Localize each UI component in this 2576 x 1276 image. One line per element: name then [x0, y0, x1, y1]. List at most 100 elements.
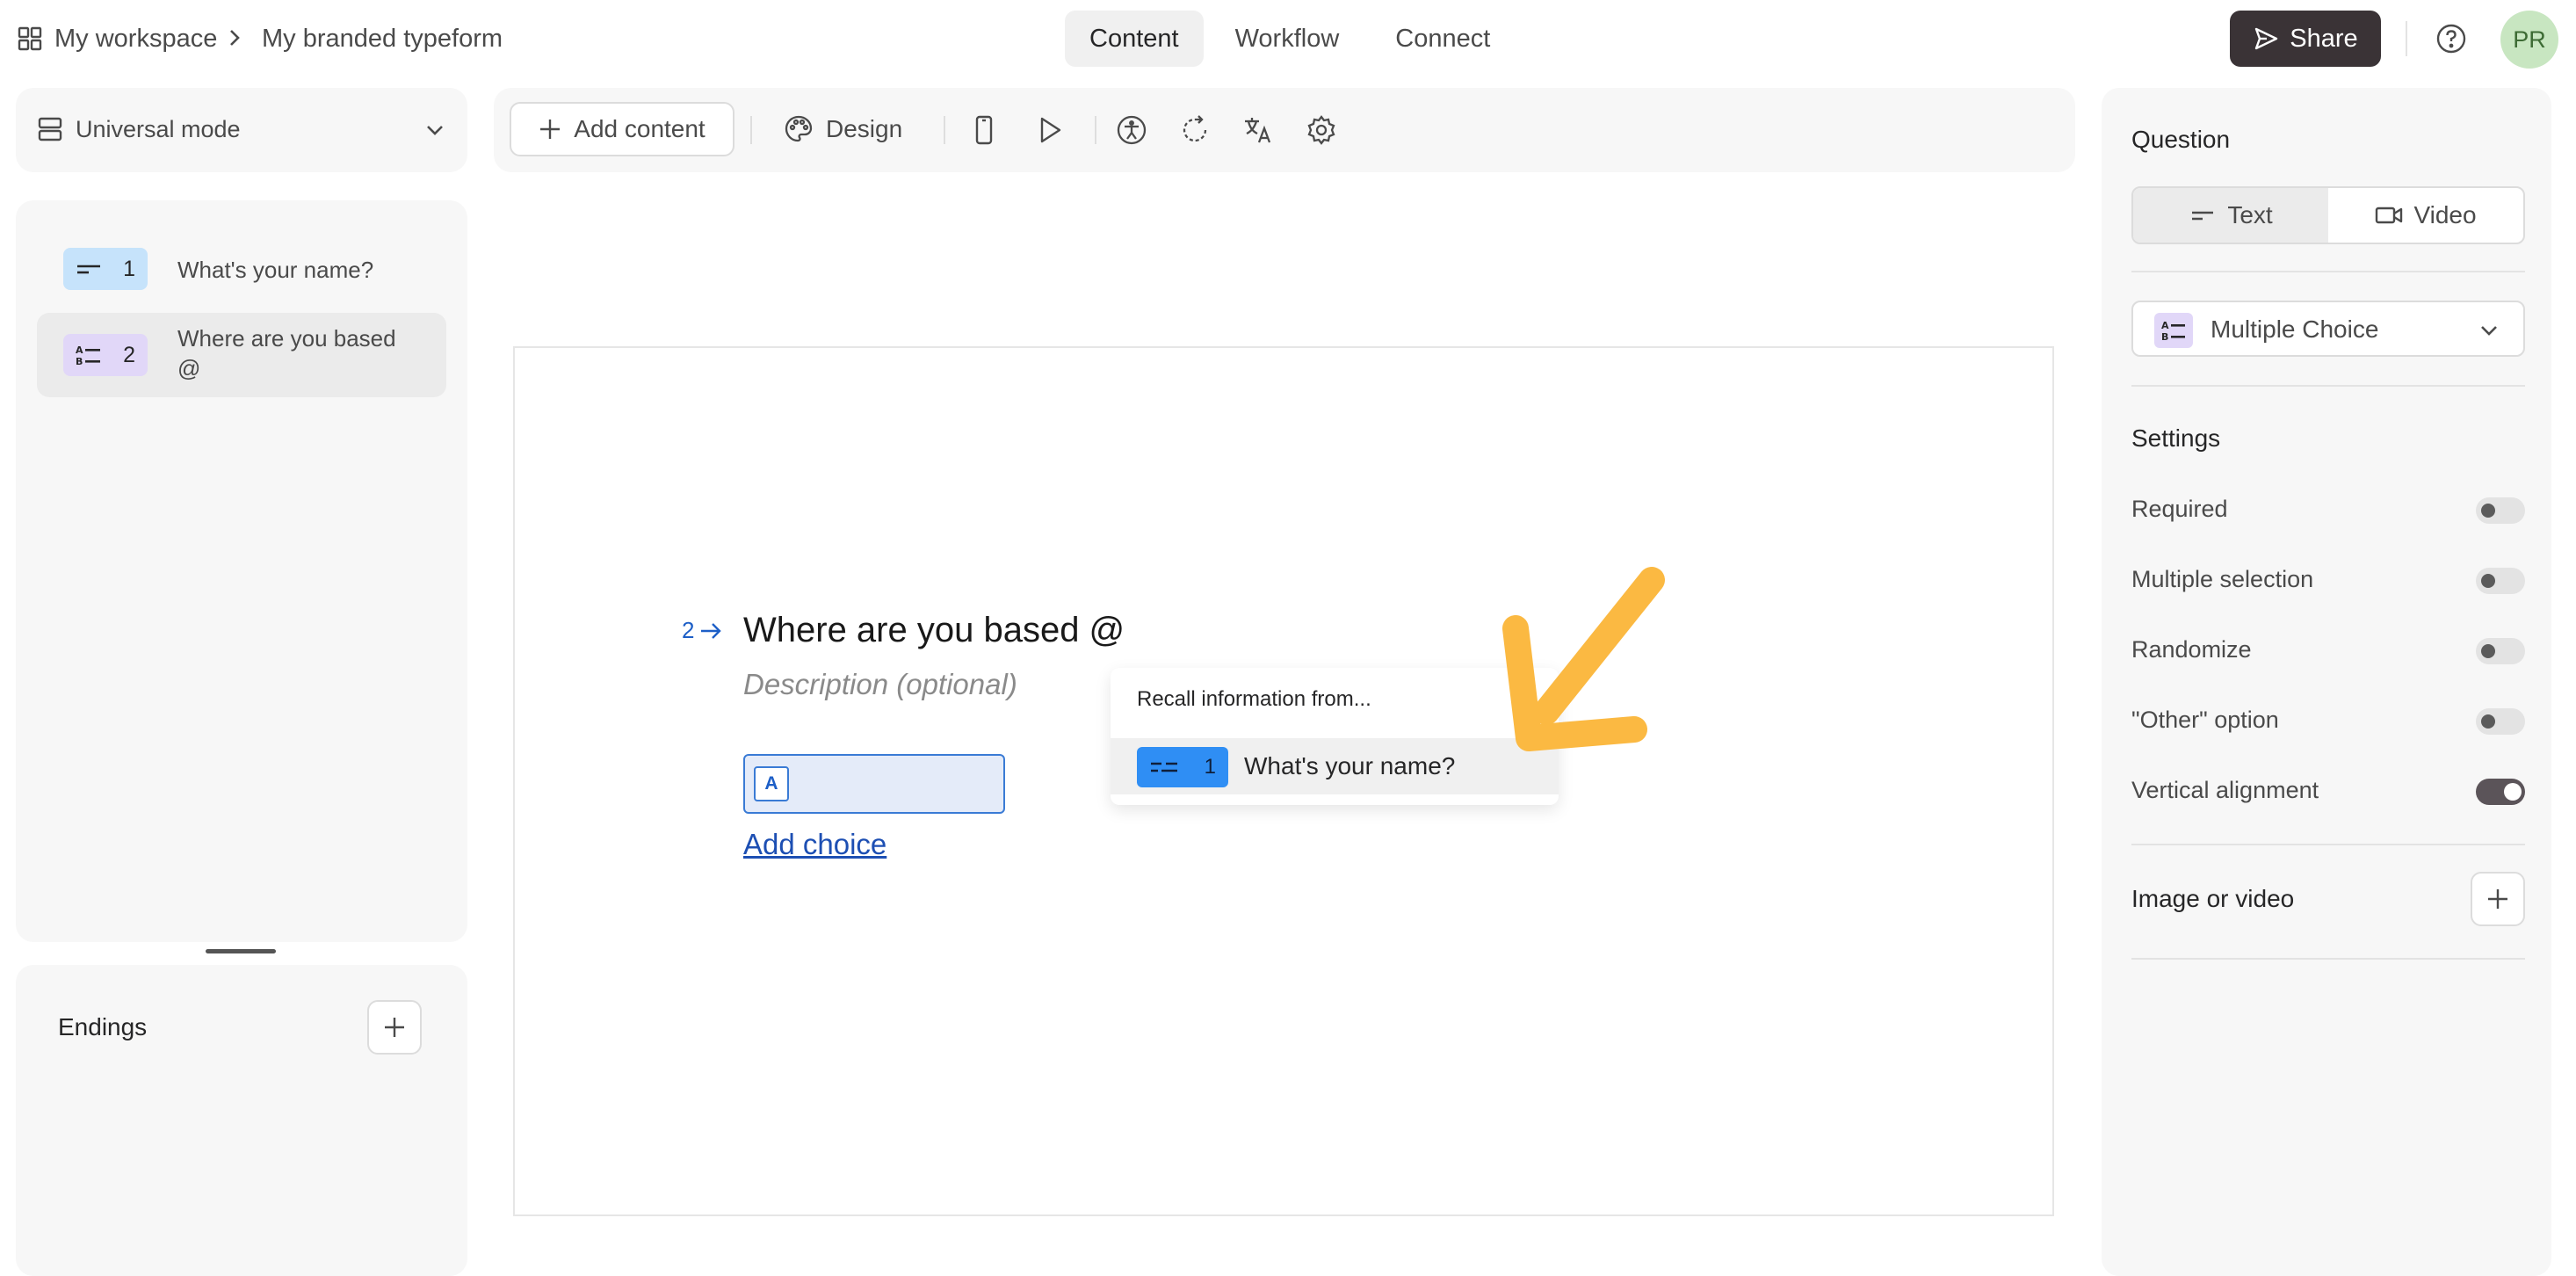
video-format-label: Video	[2413, 201, 2477, 228]
multiple-selection-label: Multiple selection	[2131, 566, 2314, 592]
toolbar-divider	[1095, 116, 1096, 144]
question-type-select[interactable]: A B Multiple Choice	[2131, 301, 2525, 357]
mode-label: Universal mode	[76, 116, 241, 142]
section-divider	[2131, 844, 2525, 845]
endings-panel: Endings	[16, 965, 467, 1276]
add-choice-link[interactable]: Add choice	[743, 826, 886, 863]
toolbar-divider	[944, 116, 945, 144]
question-list-item[interactable]: 1 What's your name?	[37, 232, 446, 308]
recall-option-number: 1	[1204, 755, 1216, 779]
question-list-item-selected[interactable]: A B 2 Where are you based @	[37, 313, 446, 397]
short-text-badge: 1	[63, 248, 148, 290]
plus-icon	[2488, 889, 2507, 909]
svg-text:B: B	[2161, 331, 2168, 342]
header-divider	[2406, 21, 2407, 56]
play-preview-icon[interactable]	[1033, 114, 1065, 146]
question-number: 1	[123, 256, 135, 281]
question-type-label: Multiple Choice	[2211, 315, 2379, 343]
short-text-badge: 1	[1137, 747, 1228, 787]
top-bar: My workspace My branded typeform Content…	[0, 0, 2576, 77]
plus-icon	[385, 1018, 404, 1037]
multiple-choice-icon: A B	[76, 344, 100, 366]
tab-workflow[interactable]: Workflow	[1211, 11, 1364, 67]
design-button[interactable]: Design	[784, 102, 902, 156]
svg-text:A: A	[76, 344, 83, 356]
add-content-label: Add content	[574, 115, 706, 142]
settings-gear-icon[interactable]	[1306, 114, 1337, 146]
text-format-label: Text	[2227, 201, 2273, 228]
question-number: 2	[682, 617, 695, 643]
avatar[interactable]: PR	[2500, 11, 2558, 69]
logic-refresh-icon[interactable]	[1179, 114, 1211, 146]
multiple-selection-toggle[interactable]	[2476, 568, 2525, 594]
required-label: Required	[2131, 496, 2228, 522]
short-text-icon	[1151, 762, 1177, 772]
panel-resize-handle[interactable]	[206, 949, 276, 953]
share-label: Share	[2290, 24, 2358, 53]
design-label: Design	[826, 115, 903, 142]
plus-icon	[540, 120, 561, 139]
annotation-arrow-icon	[1502, 567, 1665, 751]
randomize-label: Randomize	[2131, 636, 2252, 663]
short-text-icon	[2192, 211, 2214, 221]
tab-content[interactable]: Content	[1065, 11, 1204, 67]
question-title: Where are you based @	[177, 325, 396, 381]
breadcrumb-workspace[interactable]: My workspace	[54, 23, 217, 54]
accessibility-icon[interactable]	[1116, 114, 1147, 146]
other-option-toggle[interactable]	[2476, 708, 2525, 735]
choice-option-a[interactable]: A	[743, 754, 1005, 814]
question-format-toggle: Text Video	[2131, 186, 2525, 244]
layers-icon	[38, 117, 62, 141]
description-input[interactable]: Description (optional)	[743, 666, 1017, 703]
add-image-video-button[interactable]	[2471, 872, 2525, 926]
toggle-knob	[2481, 574, 2495, 588]
toggle-knob	[2504, 783, 2522, 801]
vertical-alignment-toggle[interactable]	[2476, 779, 2525, 805]
endings-title: Endings	[58, 1013, 148, 1040]
send-icon	[2255, 27, 2278, 50]
question-number: 2	[123, 342, 135, 367]
multiple-choice-badge: A B 2	[63, 334, 148, 376]
question-settings-panel: Question Text Video A B Multiple Choice …	[2102, 88, 2551, 1276]
toggle-knob	[2481, 644, 2495, 658]
question-title: What's your name?	[177, 257, 374, 283]
toggle-knob	[2481, 714, 2495, 729]
recall-option-label: What's your name?	[1244, 752, 1456, 779]
svg-text:B: B	[76, 356, 83, 366]
question-list: 1 What's your name? A B 2 Where are you …	[16, 200, 467, 942]
text-format-option[interactable]: Text	[2133, 188, 2328, 243]
tab-connect[interactable]: Connect	[1371, 11, 1515, 67]
question-number-indicator: 2	[682, 617, 722, 644]
section-divider	[2131, 385, 2525, 387]
video-format-option[interactable]: Video	[2328, 188, 2523, 243]
toolbar-divider	[750, 116, 752, 144]
chevron-down-icon	[2481, 326, 2497, 336]
question-title-editor[interactable]: Where are you based @	[743, 608, 1125, 652]
toggle-knob	[2481, 504, 2495, 518]
grid-icon[interactable]	[18, 26, 42, 51]
add-ending-button[interactable]	[367, 1000, 422, 1055]
question-section-title: Question	[2131, 126, 2231, 153]
other-option-label: "Other" option	[2131, 707, 2279, 733]
mobile-preview-icon[interactable]	[968, 114, 1000, 146]
breadcrumb-form-name[interactable]: My branded typeform	[262, 23, 503, 54]
mode-selector[interactable]: Universal mode	[16, 88, 467, 172]
palette-icon	[785, 115, 813, 142]
recall-dropdown-title: Recall information from...	[1137, 687, 1371, 711]
help-icon[interactable]	[2435, 23, 2467, 54]
image-video-label: Image or video	[2131, 885, 2295, 912]
add-content-button[interactable]: Add content	[510, 102, 734, 156]
editor-toolbar: Add content Design	[494, 88, 2075, 172]
multiple-choice-icon: A B	[2161, 320, 2185, 342]
main-nav-tabs: Content Workflow Connect	[1065, 11, 1515, 67]
vertical-alignment-label: Vertical alignment	[2131, 777, 2319, 803]
section-divider	[2131, 271, 2525, 272]
choice-key-badge: A	[754, 766, 789, 801]
video-camera-icon	[2376, 207, 2403, 224]
translate-icon[interactable]	[1242, 114, 1274, 146]
arrow-right-icon	[701, 622, 722, 639]
randomize-toggle[interactable]	[2476, 638, 2525, 664]
share-button[interactable]: Share	[2230, 11, 2381, 67]
required-toggle[interactable]	[2476, 497, 2525, 524]
section-divider	[2131, 958, 2525, 960]
